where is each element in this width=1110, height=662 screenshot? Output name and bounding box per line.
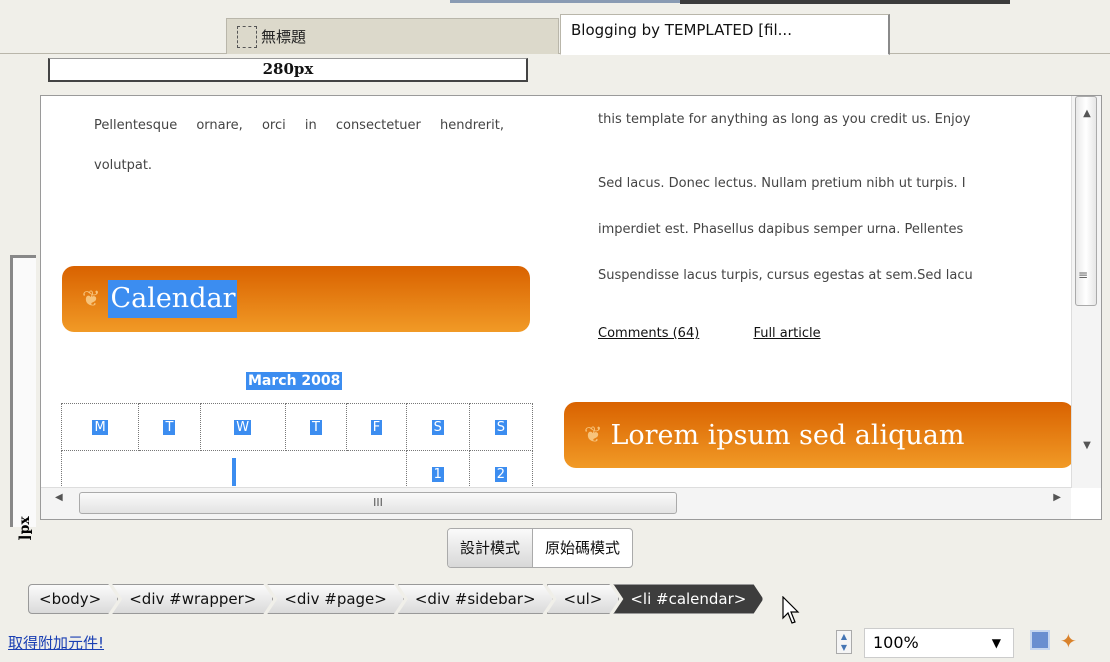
height-ruler: ]px — [10, 255, 36, 541]
tab-blogging[interactable]: Blogging by TEMPLATED [fil... — [560, 14, 890, 55]
top-strip — [0, 0, 1110, 8]
weekday-cell[interactable]: S — [405, 403, 470, 451]
width-ruler-label: 280px — [262, 60, 314, 78]
calendar-heading[interactable]: ❦ Calendar — [62, 266, 530, 332]
calendar-month: March 2008 — [246, 372, 343, 390]
weekday-cell[interactable]: F — [346, 403, 407, 451]
tag-body[interactable]: <body> — [28, 584, 118, 614]
scroll-up-arrow-icon[interactable]: ▲ — [1072, 102, 1101, 126]
fullscreen-icon[interactable] — [1030, 630, 1050, 650]
article-line: Sed lacus. Donec lectus. Nullam pretium … — [598, 176, 966, 191]
scroll-left-arrow-icon[interactable]: ◀ — [55, 492, 63, 503]
full-article-link[interactable]: Full article — [753, 326, 820, 341]
calendar-heading-text: Calendar — [108, 280, 238, 318]
width-ruler: 280px — [48, 58, 528, 82]
design-mode-button[interactable]: 設計模式 — [448, 529, 534, 567]
title-bar-segment-dark — [680, 0, 1010, 4]
chevron-down-icon: ▼ — [991, 636, 1001, 650]
zoom-select[interactable]: 100% ▼ — [864, 628, 1014, 658]
article-line: Suspendisse lacus turpis, cursus egestas… — [598, 268, 973, 283]
tag-sidebar[interactable]: <div #sidebar> — [398, 584, 553, 614]
document-icon — [237, 25, 257, 48]
status-bar: 取得附加元件! ▲ ▼ 100% ▼ ✦ — [0, 620, 1110, 662]
tag-ul[interactable]: <ul> — [547, 584, 620, 614]
grip-icon: ≡ — [1078, 268, 1089, 282]
zoom-value: 100% — [873, 633, 919, 652]
horizontal-scroll-thumb[interactable]: III — [79, 492, 677, 514]
title-bar-segment — [450, 0, 680, 3]
leaf-icon: ❦ — [82, 286, 101, 312]
weekday-cell[interactable]: W — [199, 403, 286, 451]
lorem-heading-text: Lorem ipsum sed aliquam — [610, 419, 965, 451]
height-ruler-label: ]px — [17, 516, 33, 541]
date-row: 1 2 — [61, 450, 534, 488]
horizontal-scrollbar[interactable]: ◀ III ▶ — [41, 487, 1071, 519]
weekday-cell[interactable]: M — [60, 403, 140, 451]
weekday-row: M T W T F S S — [60, 403, 534, 451]
date-cell[interactable]: 1 — [405, 450, 470, 488]
puzzle-icon[interactable]: ✦ — [1060, 630, 1082, 652]
lorem-heading[interactable]: ❦ Lorem ipsum sed aliquam — [564, 402, 1071, 468]
design-view[interactable]: Pellentesque ornare, orci in consectetue… — [40, 95, 1102, 520]
document-tab-bar: 無標題 Blogging by TEMPLATED [fil... — [0, 12, 1110, 55]
tag-selector: <body> <div #wrapper> <div #page> <div #… — [28, 584, 757, 614]
date-cell[interactable]: 2 — [468, 450, 534, 488]
document-content[interactable]: Pellentesque ornare, orci in consectetue… — [41, 96, 1071, 488]
get-addons-link[interactable]: 取得附加元件! — [8, 632, 104, 653]
tag-wrapper[interactable]: <div #wrapper> — [112, 584, 273, 614]
article-links: Comments (64) Full article — [598, 326, 871, 341]
scroll-right-arrow-icon[interactable]: ▶ — [1053, 492, 1061, 503]
zoom-spinner-icon[interactable]: ▲ ▼ — [836, 630, 852, 654]
article-line: this template for anything as long as yo… — [598, 112, 971, 127]
tab-untitled[interactable]: 無標題 — [226, 18, 559, 54]
tag-calendar[interactable]: <li #calendar> — [613, 584, 763, 614]
text-caret — [231, 458, 236, 486]
article-line: imperdiet est. Phasellus dapibus semper … — [598, 222, 964, 237]
tab-label: Blogging by TEMPLATED [fil... — [571, 21, 792, 39]
leaf-icon: ❦ — [584, 422, 603, 448]
sidebar-paragraph: Pellentesque ornare, orci in consectetue… — [94, 118, 504, 173]
weekday-cell[interactable]: T — [284, 403, 348, 451]
calendar-table[interactable]: M T W T F S S 1 2 — [60, 403, 534, 488]
empty-date-cell[interactable] — [61, 450, 407, 488]
code-mode-button[interactable]: 原始碼模式 — [533, 529, 632, 567]
weekday-cell[interactable]: S — [468, 403, 534, 451]
weekday-cell[interactable]: T — [138, 403, 201, 451]
vertical-scrollbar[interactable]: ▲ ≡ ▼ — [1071, 96, 1101, 488]
tag-page[interactable]: <div #page> — [267, 584, 404, 614]
scroll-down-arrow-icon[interactable]: ▼ — [1072, 434, 1101, 458]
tab-label: 無標題 — [261, 28, 307, 46]
comments-link[interactable]: Comments (64) — [598, 326, 699, 341]
view-mode-switch: 設計模式 原始碼模式 — [447, 528, 634, 568]
